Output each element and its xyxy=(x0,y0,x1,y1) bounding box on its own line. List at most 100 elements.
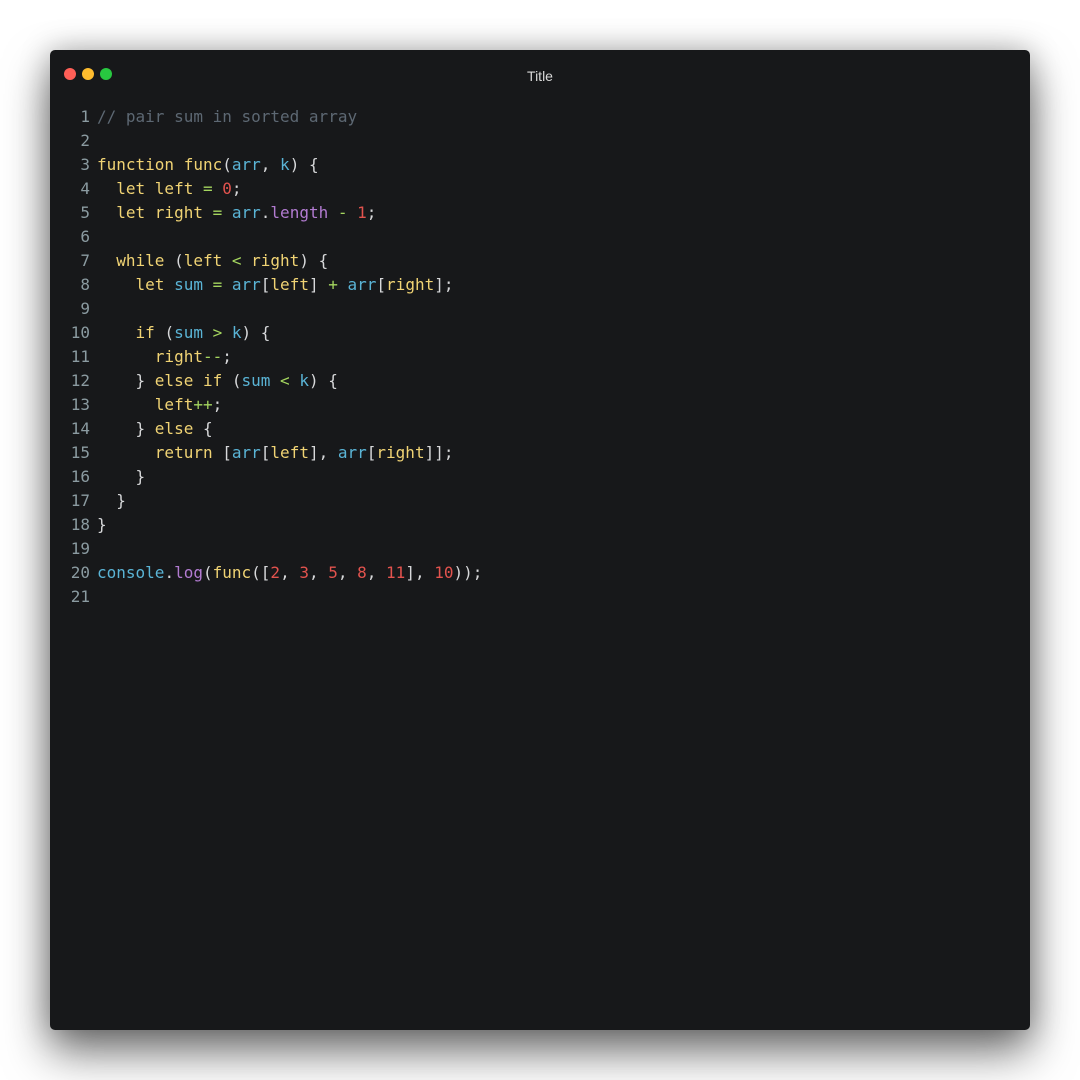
line-number: 2 xyxy=(80,131,90,150)
code-token: ]]; xyxy=(424,443,454,462)
code-token: log xyxy=(174,563,203,582)
code-token: left xyxy=(97,395,194,414)
code-token: // pair sum in sorted array xyxy=(97,107,358,126)
code-token: ([ xyxy=(251,563,271,582)
code-editor[interactable]: 1 // pair sum in sorted array 2 3 function f… xyxy=(50,105,1030,609)
code-line[interactable]: 4 let left = 0; xyxy=(50,177,1030,201)
code-line[interactable]: 9 xyxy=(50,297,1030,321)
code-token: else if xyxy=(154,371,232,390)
code-token: , xyxy=(308,563,329,582)
code-token: right xyxy=(97,347,203,366)
code-token: } xyxy=(97,419,155,438)
line-number: 20 xyxy=(70,563,90,582)
code-line[interactable]: 11 right--; xyxy=(50,345,1030,369)
code-token: func xyxy=(183,155,223,174)
code-token: ) { xyxy=(289,155,319,174)
code-token: - xyxy=(328,203,358,222)
code-token: ( xyxy=(202,563,213,582)
code-line[interactable]: 6 xyxy=(50,225,1030,249)
code-token: right xyxy=(386,275,435,294)
code-token: . xyxy=(260,203,271,222)
code-line[interactable]: 15 return [arr[left], arr[right]]; xyxy=(50,441,1030,465)
code-line[interactable]: 18} xyxy=(50,513,1030,537)
code-line[interactable]: 20 console.log(func([2, 3, 5, 8, 11], 10)… xyxy=(50,561,1030,585)
code-token: 1 xyxy=(357,203,367,222)
code-token: [ xyxy=(376,275,387,294)
code-line[interactable]: 1 // pair sum in sorted array xyxy=(50,105,1030,129)
code-line[interactable]: 19 xyxy=(50,537,1030,561)
code-token: ], xyxy=(308,443,338,462)
code-token: while xyxy=(97,251,175,270)
code-line[interactable]: 17 } xyxy=(50,489,1030,513)
code-line[interactable]: 3 function func(arr, k) { xyxy=(50,153,1030,177)
code-token: sum xyxy=(174,323,203,342)
line-number: 4 xyxy=(80,179,90,198)
code-line[interactable]: 7 while (left < right) { xyxy=(50,249,1030,273)
code-line[interactable]: 12 } else if (sum < k) { xyxy=(50,369,1030,393)
code-token: = xyxy=(202,203,232,222)
line-number: 16 xyxy=(70,467,90,486)
code-line[interactable]: 5 let right = arr.length - 1; xyxy=(50,201,1030,225)
code-token: ] xyxy=(308,275,319,294)
code-token: [ xyxy=(222,443,232,462)
code-token: , xyxy=(337,563,358,582)
code-line[interactable]: 14 } else { xyxy=(50,417,1030,441)
line-number: 10 xyxy=(70,323,90,342)
code-text: left++; xyxy=(97,393,222,417)
code-line[interactable]: 10 if (sum > k) { xyxy=(50,321,1030,345)
code-token: , xyxy=(366,563,387,582)
code-token: function xyxy=(97,155,184,174)
code-token: ) { xyxy=(241,323,271,342)
title-bar: Title xyxy=(50,50,1030,100)
code-token: [ xyxy=(260,443,271,462)
code-token: . xyxy=(164,563,175,582)
code-token: ( xyxy=(222,155,232,174)
code-line[interactable]: 8 let sum = arr[left] + arr[right]; xyxy=(50,273,1030,297)
line-number: 21 xyxy=(70,587,90,606)
line-number: 1 xyxy=(80,107,90,126)
line-number: 13 xyxy=(70,395,90,414)
line-number: 6 xyxy=(80,227,90,246)
code-text: right--; xyxy=(97,345,232,369)
code-token: arr xyxy=(337,443,367,462)
code-token: 11 xyxy=(386,563,406,582)
code-token: ( xyxy=(174,251,184,270)
code-token: 10 xyxy=(434,563,454,582)
code-token: ]; xyxy=(434,275,454,294)
code-token: sum xyxy=(174,275,203,294)
code-token: arr xyxy=(231,275,261,294)
code-text: console.log(func([2, 3, 5, 8, 11], 10)); xyxy=(97,561,482,585)
line-number: 12 xyxy=(70,371,90,390)
code-token: let xyxy=(97,275,175,294)
code-token: right xyxy=(376,443,425,462)
code-token: left xyxy=(183,251,223,270)
code-token: func xyxy=(212,563,252,582)
line-number: 15 xyxy=(70,443,90,462)
code-token: ], xyxy=(405,563,435,582)
code-token: arr xyxy=(347,275,377,294)
code-line[interactable]: 16 } xyxy=(50,465,1030,489)
code-token: { xyxy=(193,419,213,438)
code-token: [ xyxy=(366,443,377,462)
code-token: sum xyxy=(241,371,271,390)
code-text: } xyxy=(97,513,107,537)
code-token: k xyxy=(299,371,309,390)
code-text: let right = arr.length - 1; xyxy=(97,201,376,225)
code-text: let sum = arr[left] + arr[right]; xyxy=(97,273,454,297)
code-token: < xyxy=(222,251,252,270)
code-token: ; xyxy=(222,347,232,366)
code-token: else xyxy=(154,419,194,438)
code-line[interactable]: 2 xyxy=(50,129,1030,153)
line-number: 3 xyxy=(80,155,90,174)
line-number: 19 xyxy=(70,539,90,558)
code-token: ) { xyxy=(308,371,338,390)
code-token: = xyxy=(202,275,232,294)
code-line[interactable]: 13 left++; xyxy=(50,393,1030,417)
code-token: } xyxy=(97,371,155,390)
code-token: right xyxy=(251,251,300,270)
code-token: = xyxy=(193,179,223,198)
line-number: 17 xyxy=(70,491,90,510)
code-token: ( xyxy=(164,323,175,342)
code-line[interactable]: 21 xyxy=(50,585,1030,609)
code-token: ) { xyxy=(299,251,329,270)
